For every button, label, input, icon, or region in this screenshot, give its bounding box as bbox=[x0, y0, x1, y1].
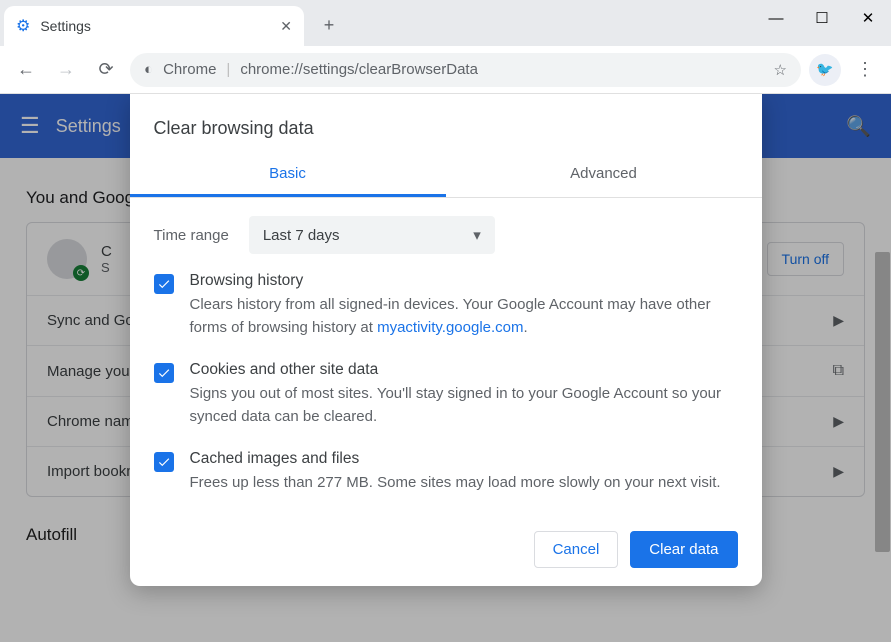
chevron-down-icon: ▾ bbox=[473, 226, 481, 244]
dialog-title: Clear browsing data bbox=[130, 94, 762, 153]
time-range-row: Time range Last 7 days ▾ bbox=[154, 216, 738, 254]
forward-button[interactable]: → bbox=[50, 54, 82, 86]
option-browsing-history: Browsing history Clears history from all… bbox=[154, 272, 738, 339]
chrome-icon: ◐ bbox=[144, 61, 153, 78]
dialog-tabs: Basic Advanced bbox=[130, 153, 762, 198]
extension-icon[interactable]: 🐦 bbox=[809, 54, 841, 86]
option-cookies: Cookies and other site data Signs you ou… bbox=[154, 361, 738, 428]
browser-tab[interactable]: ⚙ Settings ✕ bbox=[4, 6, 304, 46]
time-range-select[interactable]: Last 7 days ▾ bbox=[249, 216, 495, 254]
option-title: Cached images and files bbox=[190, 450, 721, 468]
omnibox-prefix: Chrome bbox=[163, 61, 216, 78]
clear-browsing-data-dialog: Clear browsing data Basic Advanced Time … bbox=[130, 94, 762, 586]
check-icon bbox=[157, 455, 171, 469]
checkbox-cached[interactable] bbox=[154, 452, 174, 472]
page: ☰ Settings 🔍 You and Google ⟳ C S Turn o… bbox=[0, 94, 891, 642]
checkbox-browsing-history[interactable] bbox=[154, 274, 174, 294]
new-tab-button[interactable]: + bbox=[314, 10, 344, 40]
titlebar: ⚙ Settings ✕ + ― ☐ ✕ bbox=[0, 0, 891, 46]
option-desc: Clears history from all signed-in device… bbox=[190, 294, 738, 339]
option-title: Cookies and other site data bbox=[190, 361, 738, 379]
option-title: Browsing history bbox=[190, 272, 738, 290]
dialog-body: Time range Last 7 days ▾ Browsing histor… bbox=[130, 198, 762, 523]
option-desc: Signs you out of most sites. You'll stay… bbox=[190, 383, 738, 428]
myactivity-link[interactable]: myactivity.google.com bbox=[377, 319, 523, 336]
omnibox[interactable]: ◐ Chrome | chrome://settings/clearBrowse… bbox=[130, 53, 801, 87]
check-icon bbox=[157, 366, 171, 380]
minimize-button[interactable]: ― bbox=[753, 0, 799, 36]
browser-toolbar: ← → ⟳ ◐ Chrome | chrome://settings/clear… bbox=[0, 46, 891, 94]
gear-icon: ⚙ bbox=[16, 16, 30, 36]
tab-advanced[interactable]: Advanced bbox=[446, 153, 762, 197]
clear-data-button[interactable]: Clear data bbox=[630, 531, 737, 568]
option-cached: Cached images and files Frees up less th… bbox=[154, 450, 738, 495]
close-window-button[interactable]: ✕ bbox=[845, 0, 891, 36]
maximize-button[interactable]: ☐ bbox=[799, 0, 845, 36]
omnibox-url: chrome://settings/clearBrowserData bbox=[240, 61, 478, 78]
back-button[interactable]: ← bbox=[10, 54, 42, 86]
checkbox-cookies[interactable] bbox=[154, 363, 174, 383]
omnibox-separator: | bbox=[226, 61, 230, 78]
cancel-button[interactable]: Cancel bbox=[534, 531, 619, 568]
tab-basic[interactable]: Basic bbox=[130, 153, 446, 197]
window-controls: ― ☐ ✕ bbox=[753, 0, 891, 36]
tab-title: Settings bbox=[40, 18, 270, 34]
check-icon bbox=[157, 277, 171, 291]
menu-button[interactable]: ⋮ bbox=[849, 54, 881, 86]
star-icon[interactable]: ☆ bbox=[774, 61, 787, 79]
close-tab-icon[interactable]: ✕ bbox=[280, 18, 292, 35]
time-range-value: Last 7 days bbox=[263, 227, 340, 244]
time-range-label: Time range bbox=[154, 227, 229, 244]
option-desc: Frees up less than 277 MB. Some sites ma… bbox=[190, 472, 721, 495]
reload-button[interactable]: ⟳ bbox=[90, 54, 122, 86]
dialog-actions: Cancel Clear data bbox=[130, 523, 762, 572]
